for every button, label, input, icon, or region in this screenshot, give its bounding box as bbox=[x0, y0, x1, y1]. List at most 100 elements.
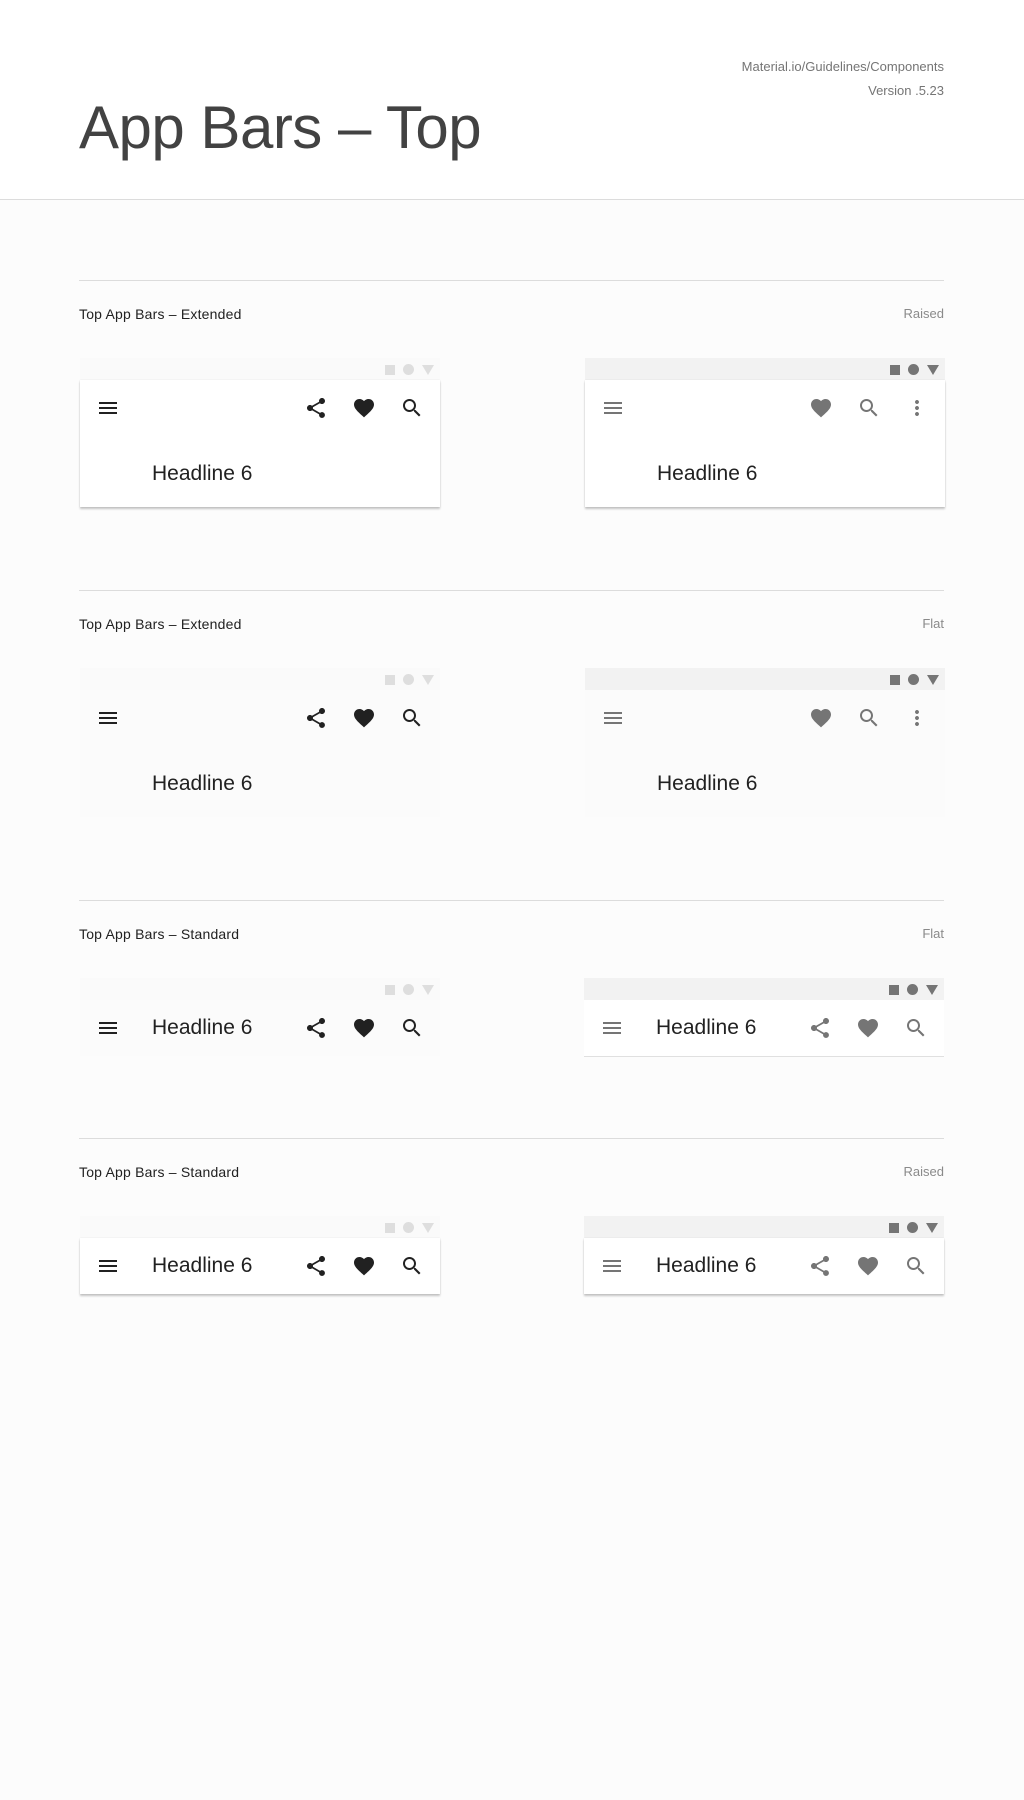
section-tag: Raised bbox=[903, 306, 944, 321]
share-icon[interactable] bbox=[808, 1016, 832, 1040]
menu-icon[interactable] bbox=[96, 1016, 120, 1040]
heart-icon[interactable] bbox=[352, 706, 376, 730]
status-square-icon bbox=[385, 1222, 395, 1233]
heart-icon[interactable] bbox=[352, 1254, 376, 1278]
share-icon[interactable] bbox=[304, 706, 328, 730]
app-bar-example-extended-raised-dark: Headline 6 bbox=[80, 358, 440, 507]
heart-icon[interactable] bbox=[809, 396, 833, 420]
status-square-icon bbox=[385, 984, 395, 995]
status-circle-icon bbox=[403, 364, 414, 375]
search-icon[interactable] bbox=[400, 1016, 424, 1040]
search-icon[interactable] bbox=[857, 396, 881, 420]
top-app-bar: Headline 6 bbox=[584, 1238, 944, 1294]
status-square-icon bbox=[385, 364, 395, 375]
section-tag: Flat bbox=[922, 616, 944, 631]
search-icon[interactable] bbox=[400, 706, 424, 730]
status-bar bbox=[80, 668, 440, 690]
status-square-icon bbox=[889, 1222, 899, 1233]
source-label: Material.io/Guidelines/Components bbox=[741, 59, 944, 74]
share-icon[interactable] bbox=[304, 1016, 328, 1040]
section-divider bbox=[79, 590, 944, 591]
status-triangle-icon bbox=[422, 984, 434, 995]
section-title: Top App Bars – Extended bbox=[79, 616, 242, 632]
status-bar bbox=[584, 978, 944, 1000]
page-header: App Bars – Top Material.io/Guidelines/Co… bbox=[0, 0, 1024, 200]
top-app-bar: Headline 6 bbox=[585, 380, 945, 507]
status-circle-icon bbox=[907, 984, 918, 995]
section-divider bbox=[79, 900, 944, 901]
heart-icon[interactable] bbox=[809, 706, 833, 730]
status-circle-icon bbox=[403, 674, 414, 685]
share-icon[interactable] bbox=[808, 1254, 832, 1278]
status-square-icon bbox=[890, 364, 900, 375]
app-bar-example-standard-flat-dark: Headline 6 bbox=[80, 978, 440, 1056]
menu-icon[interactable] bbox=[96, 1254, 120, 1278]
menu-icon[interactable] bbox=[96, 706, 120, 730]
status-circle-icon bbox=[403, 1222, 414, 1233]
menu-icon[interactable] bbox=[96, 396, 120, 420]
menu-icon[interactable] bbox=[600, 1254, 624, 1278]
top-app-bar: Headline 6 bbox=[80, 1238, 440, 1294]
section-divider bbox=[79, 1138, 944, 1139]
menu-icon[interactable] bbox=[601, 706, 625, 730]
top-app-bar: Headline 6 bbox=[80, 1000, 440, 1056]
section-tag: Raised bbox=[903, 1164, 944, 1179]
headline: Headline 6 bbox=[657, 772, 758, 795]
status-triangle-icon bbox=[422, 1222, 434, 1233]
heart-icon[interactable] bbox=[856, 1254, 880, 1278]
menu-icon[interactable] bbox=[600, 1016, 624, 1040]
search-icon[interactable] bbox=[400, 396, 424, 420]
app-bar-example-standard-flat-gray: Headline 6 bbox=[584, 978, 944, 1057]
status-triangle-icon bbox=[422, 674, 434, 685]
top-app-bar: Headline 6 bbox=[80, 380, 440, 507]
heart-icon[interactable] bbox=[856, 1016, 880, 1040]
status-bar bbox=[585, 358, 945, 380]
version-label: Version .5.23 bbox=[868, 83, 944, 98]
header-meta: Material.io/Guidelines/Components Versio… bbox=[742, 55, 944, 103]
headline: Headline 6 bbox=[152, 462, 253, 485]
section-tag: Flat bbox=[922, 926, 944, 941]
search-icon[interactable] bbox=[400, 1254, 424, 1278]
headline: Headline 6 bbox=[152, 772, 253, 795]
search-icon[interactable] bbox=[857, 706, 881, 730]
more-vert-icon[interactable] bbox=[905, 706, 929, 730]
search-icon[interactable] bbox=[904, 1016, 928, 1040]
status-square-icon bbox=[890, 674, 900, 685]
top-app-bar: Headline 6 bbox=[585, 690, 945, 817]
headline: Headline 6 bbox=[656, 1254, 757, 1277]
top-app-bar: Headline 6 bbox=[584, 1000, 944, 1057]
menu-icon[interactable] bbox=[601, 396, 625, 420]
app-bar-example-extended-flat-gray: Headline 6 bbox=[585, 668, 945, 817]
status-square-icon bbox=[889, 984, 899, 995]
top-app-bar: Headline 6 bbox=[80, 690, 440, 817]
share-icon[interactable] bbox=[304, 396, 328, 420]
section-title: Top App Bars – Extended bbox=[79, 306, 242, 322]
status-triangle-icon bbox=[927, 364, 939, 375]
heart-icon[interactable] bbox=[352, 1016, 376, 1040]
status-circle-icon bbox=[907, 1222, 918, 1233]
more-vert-icon[interactable] bbox=[905, 396, 929, 420]
heart-icon[interactable] bbox=[352, 396, 376, 420]
headline: Headline 6 bbox=[152, 1254, 253, 1277]
app-bar-example-extended-flat-dark: Headline 6 bbox=[80, 668, 440, 817]
app-bar-example-standard-raised-gray: Headline 6 bbox=[584, 1216, 944, 1294]
status-bar bbox=[80, 1216, 440, 1238]
app-bar-example-extended-raised-gray: Headline 6 bbox=[585, 358, 945, 507]
app-bar-example-standard-raised-dark: Headline 6 bbox=[80, 1216, 440, 1294]
status-triangle-icon bbox=[926, 984, 938, 995]
share-icon[interactable] bbox=[304, 1254, 328, 1278]
search-icon[interactable] bbox=[904, 1254, 928, 1278]
status-bar bbox=[584, 1216, 944, 1238]
headline: Headline 6 bbox=[152, 1016, 253, 1039]
status-triangle-icon bbox=[422, 364, 434, 375]
headline: Headline 6 bbox=[657, 462, 758, 485]
status-circle-icon bbox=[908, 364, 919, 375]
status-triangle-icon bbox=[926, 1222, 938, 1233]
status-bar bbox=[585, 668, 945, 690]
status-circle-icon bbox=[403, 984, 414, 995]
status-square-icon bbox=[385, 674, 395, 685]
status-bar bbox=[80, 978, 440, 1000]
headline: Headline 6 bbox=[656, 1016, 757, 1039]
status-triangle-icon bbox=[927, 674, 939, 685]
page-title: App Bars – Top bbox=[79, 94, 482, 161]
